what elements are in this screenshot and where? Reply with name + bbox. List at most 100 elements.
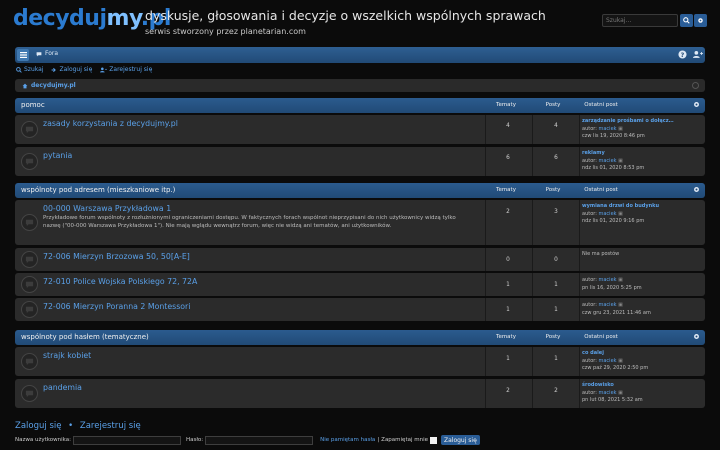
author-link[interactable]: maciek <box>599 277 617 283</box>
login-heading-sep: • <box>68 421 74 431</box>
register-link[interactable]: Zarejestruj się <box>100 66 152 73</box>
register-heading-link[interactable]: Zarejestruj się <box>80 421 141 431</box>
topics-count: 1 <box>506 282 510 288</box>
view-latest-icon[interactable]: ▣ <box>618 126 623 132</box>
svg-text:?: ? <box>681 52 685 59</box>
forum-read-icon <box>21 214 38 231</box>
author-link[interactable]: maciek <box>599 158 617 164</box>
forum-read-icon <box>21 385 38 402</box>
author-link[interactable]: maciek <box>599 390 617 396</box>
logo-pre: decyduj <box>13 6 107 31</box>
last-post-title-link[interactable]: zarządzanie prośbami o dołącz… <box>582 118 700 126</box>
login-link-label: Zaloguj się <box>59 66 93 73</box>
author-link[interactable]: maciek <box>599 358 617 364</box>
author-link[interactable]: maciek <box>599 302 617 308</box>
author-link[interactable]: maciek <box>599 211 617 217</box>
breadcrumb: decydujmy.pl <box>15 79 705 92</box>
header-search-input[interactable] <box>602 14 678 27</box>
gear-icon <box>694 102 699 107</box>
advanced-search-button[interactable] <box>694 14 707 27</box>
author-prefix: autor: <box>582 357 597 364</box>
topics-count: 1 <box>506 307 510 313</box>
question-icon: ? <box>678 50 687 59</box>
posts-count: 1 <box>554 307 558 313</box>
col-last-post: Ostatni post <box>584 186 618 193</box>
login-link[interactable]: Zaloguj się <box>51 66 92 73</box>
forum-read-icon <box>21 251 38 268</box>
user-add-icon <box>100 67 108 72</box>
breadcrumb-label: decydujmy.pl <box>31 82 76 89</box>
gear-icon <box>694 334 699 339</box>
view-latest-icon[interactable]: ▣ <box>618 302 623 308</box>
last-post-title-link[interactable]: reklamy <box>582 150 700 158</box>
last-post-title-link[interactable]: wymiana drzwi do budynku <box>582 203 700 211</box>
posts-count: 2 <box>554 388 558 394</box>
gear-icon <box>698 18 703 23</box>
posts-count: 4 <box>554 123 558 129</box>
view-latest-icon[interactable]: ▣ <box>618 358 623 364</box>
breadcrumb-home-link[interactable]: decydujmy.pl <box>22 82 76 89</box>
mark-read-icon[interactable] <box>692 82 699 89</box>
login-heading: Zaloguj się • Zarejestruj się <box>15 421 141 431</box>
forum-row: 72-006 Mierzyn Poranna 2 Montessori 1 1 … <box>15 298 705 321</box>
author-link[interactable]: maciek <box>599 126 617 132</box>
gear-icon <box>694 187 699 192</box>
last-post: wymiana drzwi do budynku autor: maciek ▣… <box>582 203 700 226</box>
username-input[interactable] <box>72 435 181 445</box>
login-sep: | <box>377 437 380 443</box>
author-prefix: autor: <box>582 277 597 283</box>
password-label: Hasło: <box>185 437 204 443</box>
quick-links-menu-button[interactable] <box>17 49 29 61</box>
category-header: pomoc Tematy Posty Ostatni post <box>15 98 705 113</box>
category-title[interactable]: pomoc <box>21 101 45 109</box>
last-post: autor: maciek ▣ pn lis 16, 2020 5:25 pm <box>582 277 700 292</box>
forum-row: pandemia 2 2 środowisko autor: maciek ▣ … <box>15 379 705 408</box>
category-header: wspólnoty pod adresem (mieszkaniowe itp.… <box>15 183 705 198</box>
view-latest-icon[interactable]: ▣ <box>618 158 623 164</box>
login-button[interactable]: Zaloguj się <box>441 435 480 445</box>
forum-title-link[interactable]: 72-006 Mierzyn Brzozowa 50, 50[A-E] <box>43 252 190 261</box>
nav-forums-link[interactable]: Fora <box>36 50 58 57</box>
password-input[interactable] <box>205 435 314 445</box>
remember-me-checkbox[interactable] <box>430 436 437 444</box>
logo-my: my <box>106 6 142 31</box>
register-icon-button[interactable] <box>693 50 703 61</box>
username-label: Nazwa użytkownika: <box>15 437 71 443</box>
forum-title-link[interactable]: 00-000 Warszawa Przykładowa 1 <box>43 204 171 213</box>
posts-count: 6 <box>554 155 558 161</box>
search-icon <box>683 17 690 24</box>
forum-title-link[interactable]: 72-010 Police Wojska Polskiego 72, 72A <box>43 277 197 286</box>
header-search-button[interactable] <box>680 14 693 27</box>
col-topics: Tematy <box>496 333 516 340</box>
forum-read-icon <box>21 301 38 318</box>
forum-row: 72-006 Mierzyn Brzozowa 50, 50[A-E] 0 0 … <box>15 248 705 271</box>
remember-me-label: Zapamiętaj mnie <box>381 437 428 443</box>
last-post-title-link[interactable]: środowisko <box>582 382 700 390</box>
faq-button[interactable]: ? <box>678 50 687 61</box>
forum-title-link[interactable]: 72-006 Mierzyn Poranna 2 Montessori <box>43 302 190 311</box>
forum-title-link[interactable]: strajk kobiet <box>43 351 91 360</box>
last-post: co dalej autor: maciek ▣ czw paź 29, 202… <box>582 350 700 373</box>
last-post-date: ndz lis 01, 2020 8:53 pm <box>582 165 645 171</box>
search-link[interactable]: Szukaj <box>16 66 43 73</box>
view-latest-icon[interactable]: ▣ <box>618 211 623 217</box>
posts-count: 1 <box>554 282 558 288</box>
last-post-date: czw paź 29, 2020 2:50 pm <box>582 365 649 371</box>
last-post-title-link[interactable]: co dalej <box>582 350 700 358</box>
view-latest-icon[interactable]: ▣ <box>618 277 623 283</box>
forum-title-link[interactable]: zasady korzystania z decydujmy.pl <box>43 119 178 128</box>
login-heading-link[interactable]: Zaloguj się <box>15 421 61 431</box>
site-title: dyskusje, głosowania i decyzje o wszelki… <box>145 8 546 23</box>
forum-title-link[interactable]: pytania <box>43 151 72 160</box>
view-latest-icon[interactable]: ▣ <box>618 390 623 396</box>
topics-count: 2 <box>506 209 510 215</box>
category-title[interactable]: wspólnoty pod hasłem (tematyczne) <box>21 333 149 341</box>
col-last-post: Ostatni post <box>584 333 618 340</box>
forgot-password-link[interactable]: Nie pamiętam hasła <box>320 437 375 443</box>
hamburger-icon <box>19 52 27 58</box>
category-title[interactable]: wspólnoty pod adresem (mieszkaniowe itp.… <box>21 186 175 194</box>
search-icon <box>16 66 22 73</box>
topics-count: 0 <box>506 257 510 263</box>
forum-title-link[interactable]: pandemia <box>43 383 82 392</box>
topics-count: 1 <box>506 356 510 362</box>
